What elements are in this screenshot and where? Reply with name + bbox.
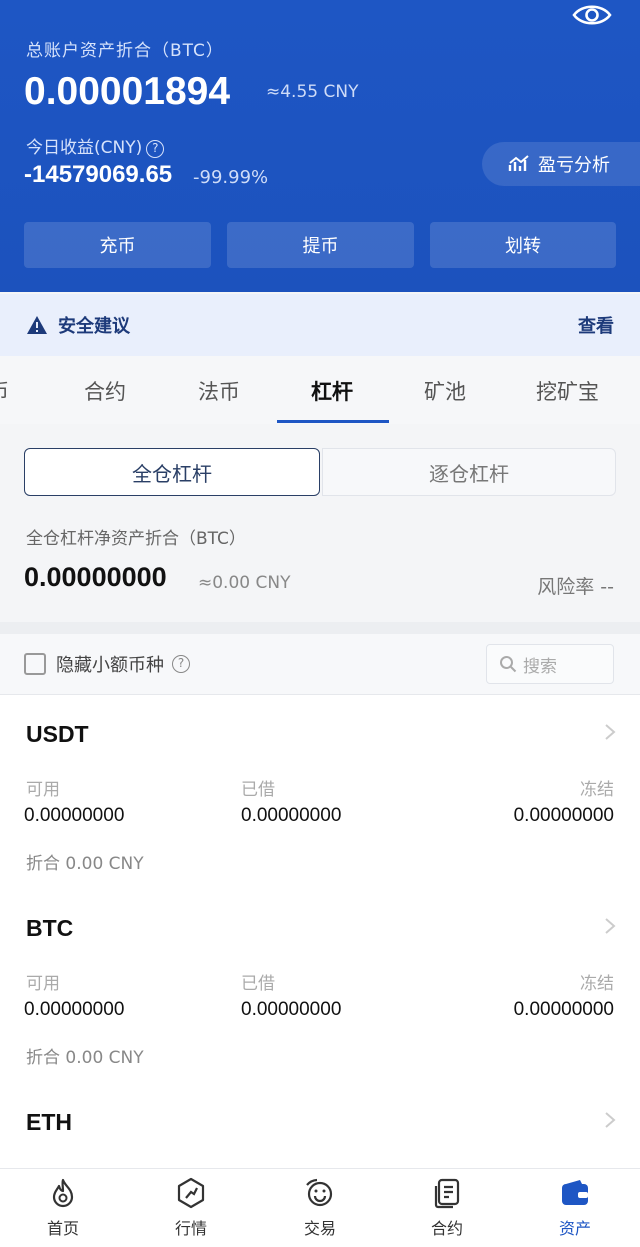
nav-contract-label: 合约 xyxy=(430,1219,463,1238)
market-icon xyxy=(177,1177,205,1209)
available-label: 可用 xyxy=(26,974,60,994)
deposit-button[interactable]: 充币 xyxy=(24,222,211,268)
chevron-right-icon xyxy=(605,724,616,740)
help-icon[interactable]: ? xyxy=(146,140,165,158)
borrowed-label: 已借 xyxy=(241,974,275,994)
flame-icon xyxy=(52,1178,74,1208)
today-income-value: -14579069.65 xyxy=(24,161,173,188)
active-tab-indicator xyxy=(277,420,389,423)
asset-header: 总账户资产折合（BTC） 0.00001894 ≈4.55 CNY 今日收益(C… xyxy=(0,0,640,292)
nav-market[interactable]: 行情 xyxy=(146,1177,236,1239)
warning-icon xyxy=(27,316,47,334)
hide-small-checkbox[interactable] xyxy=(24,653,46,675)
total-assets-label: 总账户资产折合（BTC） xyxy=(26,41,224,61)
nav-assets-label: 资产 xyxy=(558,1219,591,1238)
available-value: 0.00000000 xyxy=(24,805,125,826)
nav-trade-label: 交易 xyxy=(303,1219,336,1238)
chevron-right-icon xyxy=(605,918,616,934)
search-placeholder: 搜索 xyxy=(523,656,557,677)
coin-cny-value: 折合 0.00 CNY xyxy=(26,854,144,874)
tab-coin[interactable]: 币 xyxy=(0,376,9,406)
security-banner[interactable]: 安全建议 查看 xyxy=(0,294,640,356)
tab-pool[interactable]: 矿池 xyxy=(424,376,466,406)
coin-card-eth[interactable]: ETH xyxy=(0,1089,640,1168)
coin-cny-value: 折合 0.00 CNY xyxy=(26,1048,144,1068)
coin-name: ETH xyxy=(26,1109,72,1135)
tab-mining[interactable]: 挖矿宝 xyxy=(536,376,599,406)
today-income-label: 今日收益(CNY)? xyxy=(26,133,165,158)
risk-rate: 风险率 -- xyxy=(537,576,614,598)
search-icon xyxy=(500,656,517,673)
help-icon[interactable]: ? xyxy=(172,655,190,673)
cross-margin-tab[interactable]: 全仓杠杆 xyxy=(24,448,320,496)
coin-name: USDT xyxy=(26,721,89,747)
total-assets-cny: ≈4.55 CNY xyxy=(266,82,359,102)
total-assets-value: 0.00001894 xyxy=(24,70,231,113)
document-icon xyxy=(434,1178,460,1209)
net-assets-cny: ≈0.00 CNY xyxy=(198,573,291,593)
account-tabs: 币 合约 法币 杠杆 矿池 挖矿宝 xyxy=(0,356,640,424)
chevron-right-icon xyxy=(605,1112,616,1128)
frozen-value: 0.00000000 xyxy=(513,999,614,1020)
today-income-label-text: 今日收益(CNY) xyxy=(26,138,143,158)
nav-assets[interactable]: 资产 xyxy=(530,1177,620,1239)
withdraw-button[interactable]: 提币 xyxy=(227,222,414,268)
nav-trade[interactable]: 交易 xyxy=(275,1177,365,1239)
net-assets-label: 全仓杠杆净资产折合（BTC） xyxy=(26,529,246,549)
frozen-label: 冻结 xyxy=(580,780,614,800)
coin-card-usdt[interactable]: USDT 可用 已借 冻结 0.00000000 0.00000000 0.00… xyxy=(0,695,640,895)
chart-icon xyxy=(508,155,529,171)
security-advice-text: 安全建议 xyxy=(58,316,130,337)
bottom-navigation: 首页 行情 交易 合约 资产 xyxy=(0,1168,640,1247)
frozen-value: 0.00000000 xyxy=(513,805,614,826)
tab-margin[interactable]: 杠杆 xyxy=(311,376,353,406)
trade-icon xyxy=(306,1178,333,1207)
tab-fiat[interactable]: 法币 xyxy=(198,376,240,406)
available-value: 0.00000000 xyxy=(24,999,125,1020)
available-label: 可用 xyxy=(26,780,60,800)
pnl-analysis-label: 盈亏分析 xyxy=(538,155,610,176)
frozen-label: 冻结 xyxy=(580,974,614,994)
security-view-link[interactable]: 查看 xyxy=(578,312,614,338)
coin-card-btc[interactable]: BTC 可用 已借 冻结 0.00000000 0.00000000 0.000… xyxy=(0,895,640,1089)
nav-home-label: 首页 xyxy=(46,1219,79,1238)
section-divider xyxy=(0,622,640,634)
coin-name: BTC xyxy=(26,915,74,941)
tab-contract[interactable]: 合约 xyxy=(84,376,126,406)
net-assets-value: 0.00000000 xyxy=(24,562,167,592)
today-income-percent: -99.99% xyxy=(193,167,269,188)
wallet-icon xyxy=(562,1180,588,1205)
borrowed-label: 已借 xyxy=(241,780,275,800)
eye-icon[interactable] xyxy=(572,2,612,28)
nav-market-label: 行情 xyxy=(174,1219,207,1238)
pnl-analysis-button[interactable]: 盈亏分析 xyxy=(482,142,640,186)
nav-home[interactable]: 首页 xyxy=(18,1177,108,1239)
nav-contract[interactable]: 合约 xyxy=(402,1177,492,1239)
hide-small-label: 隐藏小额币种 xyxy=(56,655,164,676)
isolated-margin-tab[interactable]: 逐仓杠杆 xyxy=(322,448,616,496)
transfer-button[interactable]: 划转 xyxy=(430,222,616,268)
borrowed-value: 0.00000000 xyxy=(241,999,342,1020)
borrowed-value: 0.00000000 xyxy=(241,805,342,826)
search-input[interactable]: 搜索 xyxy=(486,644,614,684)
